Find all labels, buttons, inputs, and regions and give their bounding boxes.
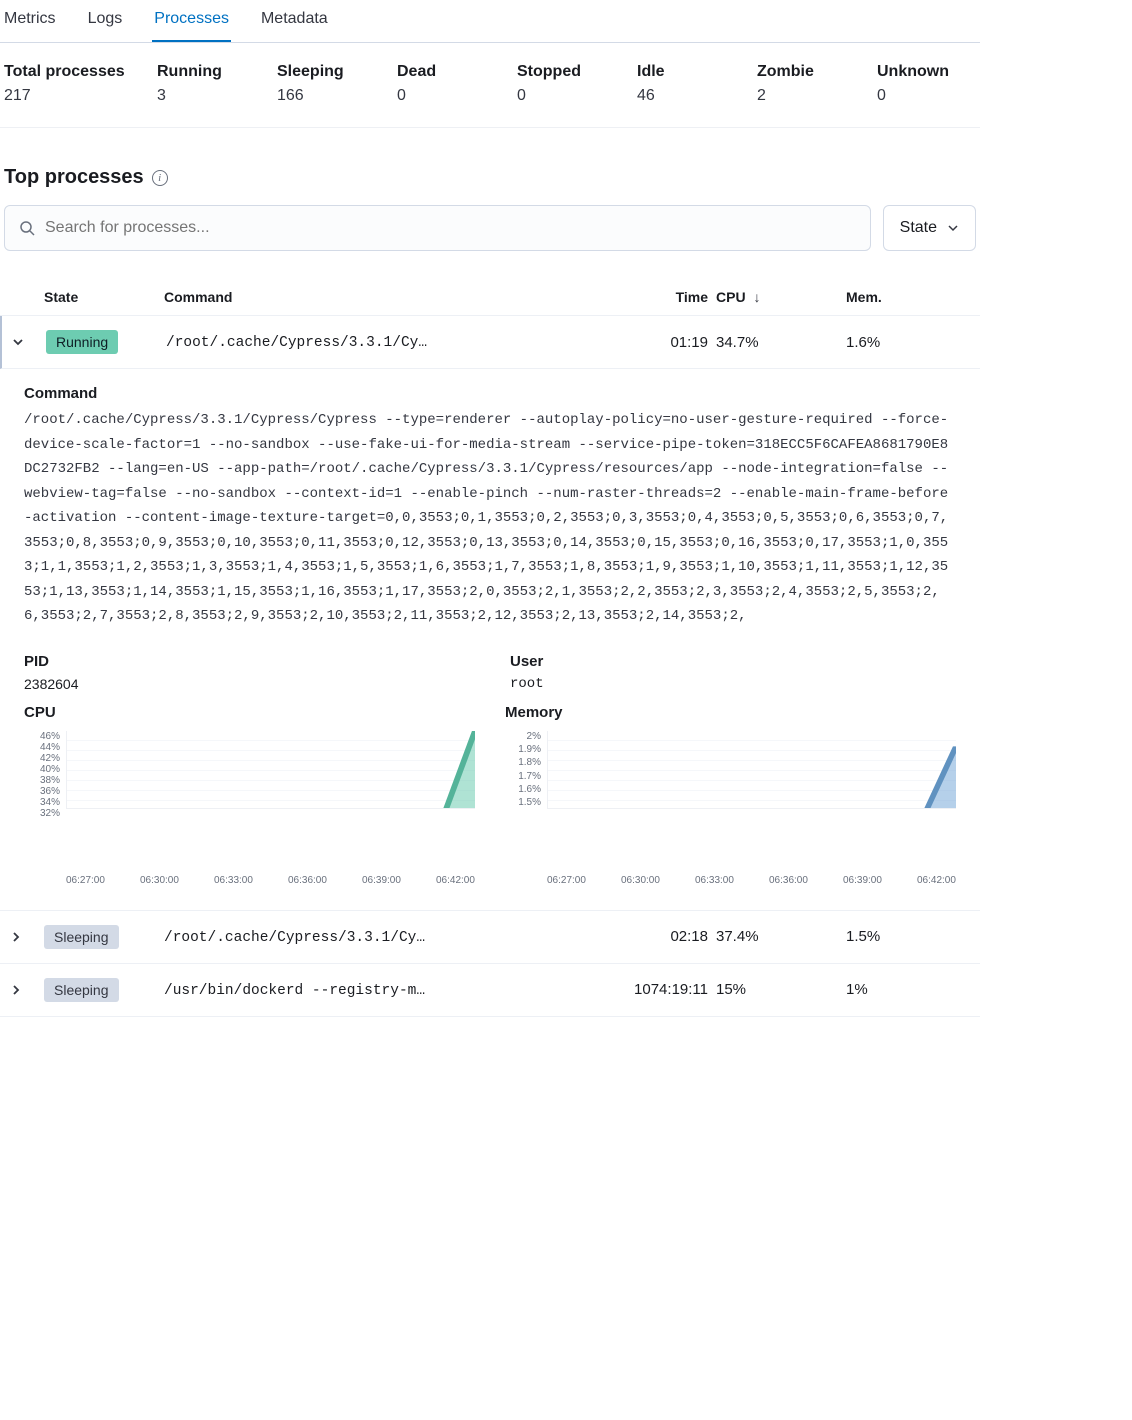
table-row[interactable]: Running /root/.cache/Cypress/3.3.1/Cy… 0…	[0, 316, 980, 369]
cpu-chart-x-axis: 06:27:0006:30:0006:33:0006:36:0006:39:00…	[24, 875, 475, 886]
state-filter[interactable]: State	[883, 205, 976, 251]
cpu-chart-plot	[66, 731, 475, 809]
col-command[interactable]: Command	[164, 289, 616, 305]
row-details: Command /root/.cache/Cypress/3.3.1/Cypre…	[0, 369, 980, 911]
row-toggle[interactable]	[4, 925, 28, 949]
details-pid-label: PID	[24, 653, 470, 670]
details-pid-value: 2382604	[24, 676, 470, 692]
row-cpu: 34.7%	[716, 334, 846, 351]
row-toggle[interactable]	[6, 330, 30, 354]
row-cpu: 15%	[716, 981, 846, 998]
row-command: /root/.cache/Cypress/3.3.1/Cy…	[164, 930, 425, 946]
details-command-label: Command	[24, 385, 956, 402]
state-badge: Running	[46, 330, 118, 354]
table-row[interactable]: Sleeping /root/.cache/Cypress/3.3.1/Cy… …	[0, 911, 980, 964]
cpu-chart-title: CPU	[24, 704, 475, 721]
col-mem[interactable]: Mem.	[846, 289, 976, 305]
summary-dead-value: 0	[397, 87, 507, 105]
details-user-label: User	[510, 653, 956, 670]
summary-sleeping-value: 166	[277, 87, 387, 105]
row-command: /usr/bin/dockerd --registry-m…	[164, 983, 425, 999]
cpu-chart: CPU 46%44%42%40%38%36%34%32% 06:27:0006:…	[24, 704, 475, 886]
chevron-right-icon	[10, 931, 22, 943]
memory-chart-y-axis: 2%1.9%1.8%1.7%1.6%1.5%	[505, 731, 547, 809]
memory-chart-plot	[547, 731, 956, 809]
process-table-header: State Command Time CPU ↓ Mem.	[0, 279, 980, 316]
summary-unknown-label: Unknown	[877, 63, 976, 81]
tab-logs[interactable]: Logs	[86, 0, 125, 42]
sort-desc-icon: ↓	[753, 289, 760, 305]
col-cpu[interactable]: CPU ↓	[716, 289, 846, 305]
tab-bar: Metrics Logs Processes Metadata	[0, 0, 980, 43]
tab-metrics[interactable]: Metrics	[2, 0, 58, 42]
process-summary: Total processes 217 Running 3 Sleeping 1…	[0, 43, 980, 128]
col-time[interactable]: Time	[616, 289, 716, 305]
row-cpu: 37.4%	[716, 928, 846, 945]
state-filter-label: State	[900, 219, 937, 237]
summary-running-value: 3	[157, 87, 267, 105]
chevron-down-icon	[12, 336, 24, 348]
summary-idle-value: 46	[637, 87, 747, 105]
memory-chart: Memory 2%1.9%1.8%1.7%1.6%1.5% 06:27:0006…	[505, 704, 956, 886]
col-state[interactable]: State	[44, 289, 164, 305]
row-time: 1074:19:11	[616, 981, 716, 998]
search-box[interactable]	[4, 205, 871, 251]
state-badge: Sleeping	[44, 925, 119, 949]
info-icon[interactable]: i	[152, 170, 168, 186]
summary-dead-label: Dead	[397, 63, 507, 81]
row-time: 01:19	[616, 334, 716, 351]
summary-total-value: 217	[4, 87, 147, 105]
row-toggle[interactable]	[4, 978, 28, 1002]
row-mem: 1.6%	[846, 334, 976, 351]
table-row[interactable]: Sleeping /usr/bin/dockerd --registry-m… …	[0, 964, 980, 1017]
search-input[interactable]	[45, 219, 856, 237]
summary-zombie-label: Zombie	[757, 63, 867, 81]
summary-stopped-label: Stopped	[517, 63, 627, 81]
state-badge: Sleeping	[44, 978, 119, 1002]
search-icon	[19, 220, 35, 236]
chevron-right-icon	[10, 984, 22, 996]
details-user-value: root	[510, 676, 956, 692]
row-mem: 1%	[846, 981, 976, 998]
memory-chart-title: Memory	[505, 704, 956, 721]
row-time: 02:18	[616, 928, 716, 945]
summary-idle-label: Idle	[637, 63, 747, 81]
chevron-down-icon	[947, 222, 959, 234]
tab-processes[interactable]: Processes	[152, 0, 231, 42]
row-mem: 1.5%	[846, 928, 976, 945]
summary-total-label: Total processes	[4, 63, 147, 81]
summary-sleeping-label: Sleeping	[277, 63, 387, 81]
row-command: /root/.cache/Cypress/3.3.1/Cy…	[166, 335, 427, 351]
summary-stopped-value: 0	[517, 87, 627, 105]
memory-chart-x-axis: 06:27:0006:30:0006:33:0006:36:0006:39:00…	[505, 875, 956, 886]
tab-metadata[interactable]: Metadata	[259, 0, 330, 42]
section-title: Top processes	[4, 166, 144, 189]
summary-zombie-value: 2	[757, 87, 867, 105]
details-full-command: /root/.cache/Cypress/3.3.1/Cypress/Cypre…	[24, 408, 956, 629]
cpu-chart-y-axis: 46%44%42%40%38%36%34%32%	[24, 731, 66, 809]
summary-running-label: Running	[157, 63, 267, 81]
summary-unknown-value: 0	[877, 87, 976, 105]
